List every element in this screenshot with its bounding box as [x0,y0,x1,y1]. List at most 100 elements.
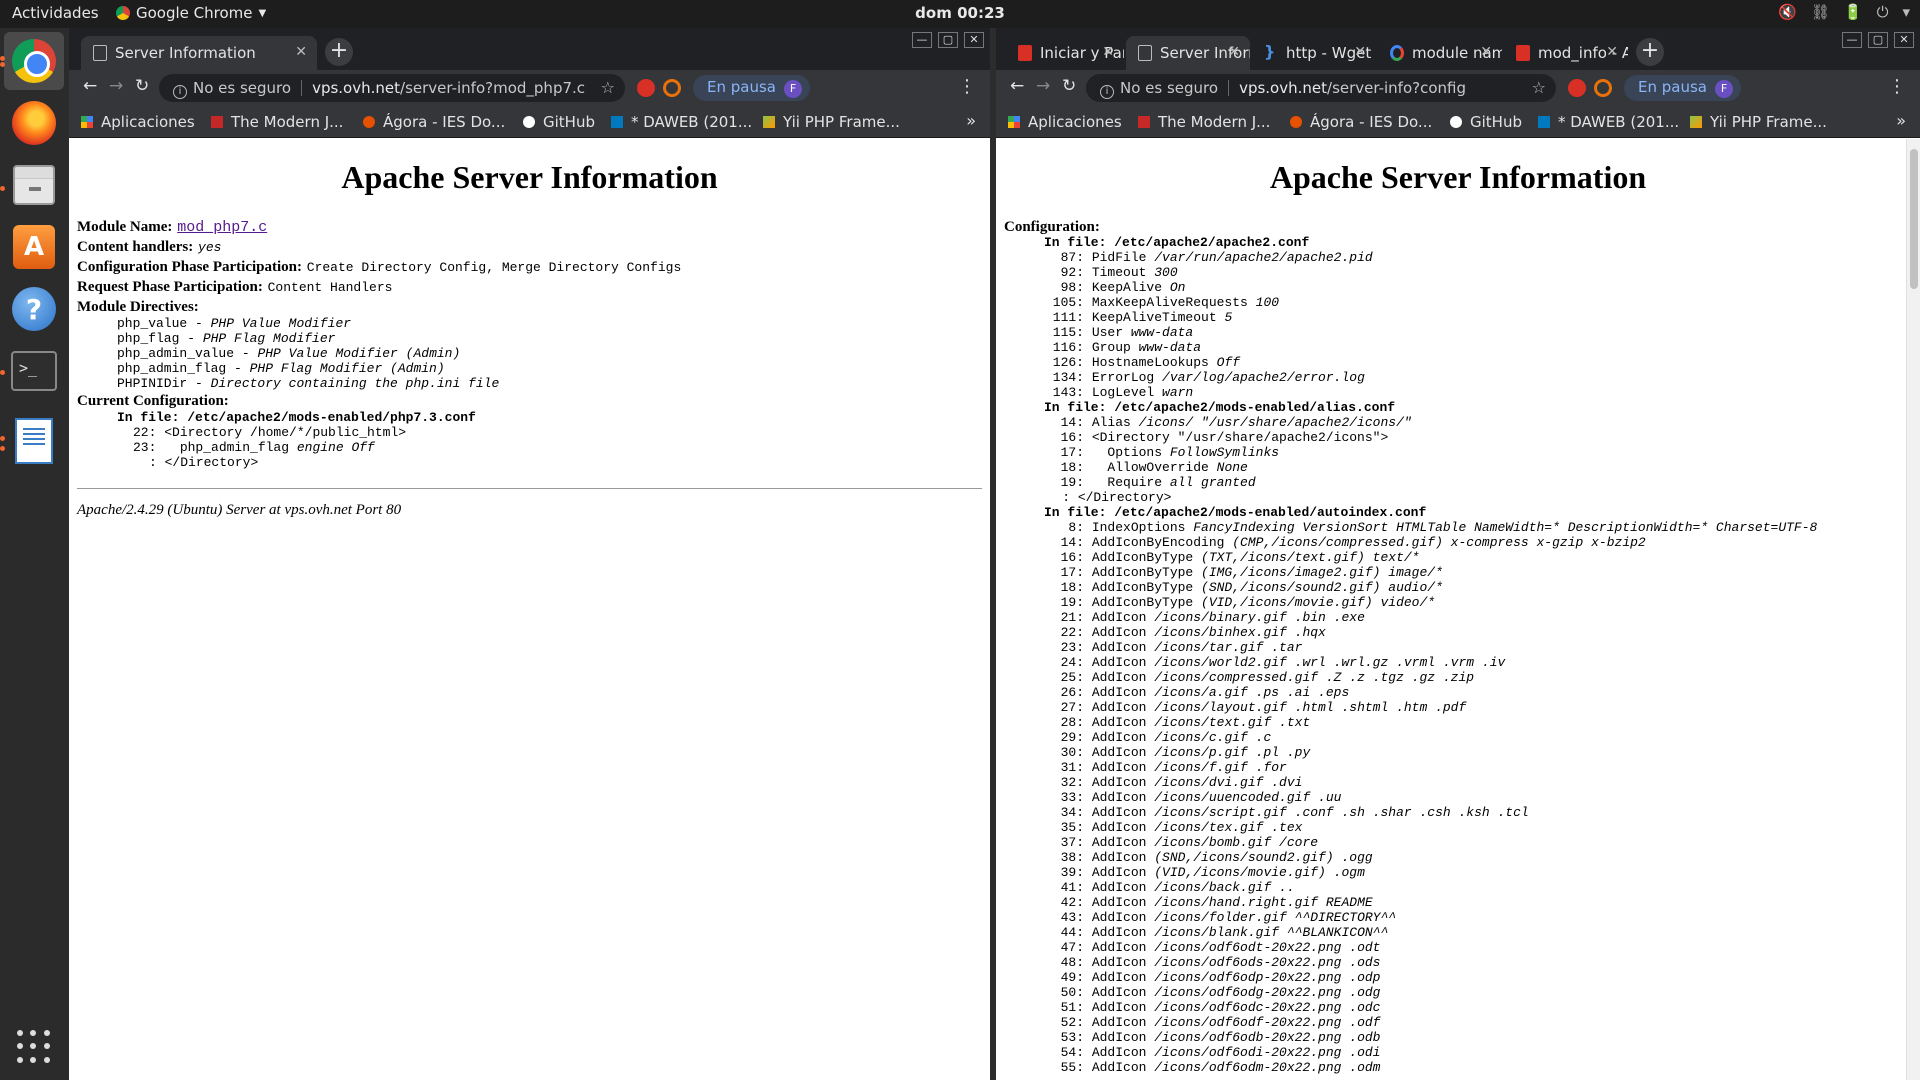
tab-server-information[interactable]: Server Inforr ✕ [1126,36,1250,70]
dock-software[interactable]: A [4,218,64,276]
ubuntu-dock: A ? >_ [0,28,68,1080]
close-icon[interactable]: ✕ [1228,44,1240,60]
divider [77,488,982,489]
bookmark-github[interactable]: GitHub [1450,113,1522,131]
minimize-button[interactable]: — [912,32,932,48]
page-content: Apache Server Information Configuration:… [996,139,1920,1080]
extension-icon[interactable] [1594,79,1612,97]
dock-firefox[interactable] [4,94,64,152]
battery-icon[interactable]: 🔋 [1844,3,1863,21]
network-icon[interactable]: ⛓ [1811,3,1830,21]
close-icon[interactable]: ✕ [1480,44,1492,60]
star-icon[interactable]: ☆ [601,78,615,97]
minimize-button[interactable]: — [1842,32,1862,48]
bookmark-yii[interactable]: Yii PHP Frame... [1690,113,1827,131]
url-path: /server-info?mod_php7.c [400,79,586,97]
bookmark-modern-js[interactable]: The Modern J... [1138,113,1270,131]
config-line: 23: AddIcon /icons/tar.gif .tar [1060,640,1303,655]
config-file-heading: In file: /etc/apache2/mods-enabled/php7.… [117,410,476,425]
extension-icon[interactable] [663,79,681,97]
app-menu[interactable]: Google Chrome ▼ [116,4,266,22]
address-bar[interactable]: i No es seguro vps.ovh.net/server-info?mod… [159,74,625,102]
address-bar[interactable]: i No es seguro vps.ovh.net/server-info?con… [1086,74,1556,102]
dock-files[interactable] [4,156,64,214]
bookmark-yii[interactable]: Yii PHP Frame... [763,113,900,131]
back-button[interactable]: ← [83,76,97,96]
config-line: 14: AddIconByEncoding (CMP,/icons/compre… [1060,535,1646,550]
github-icon [523,116,535,128]
apps-icon [81,116,93,128]
new-tab-button[interactable]: + [1636,38,1664,66]
more-bookmarks-icon[interactable]: » [966,111,976,130]
volume-muted-icon[interactable]: 🔇 [1778,3,1797,21]
running-indicator [0,56,5,61]
menu-icon[interactable]: ⋮ [958,76,976,97]
extension-icon[interactable] [637,79,655,97]
config-line: 134: ErrorLog /var/log/apache2/error.log [1052,370,1365,385]
config-line: 16: AddIconByType (TXT,/icons/text.gif) … [1060,550,1420,565]
request-phase-value: Content Handlers [267,280,393,295]
more-bookmarks-icon[interactable]: » [1896,111,1906,130]
maximize-button[interactable]: ▢ [1868,32,1888,48]
config-line: 14: Alias /icons/ "/usr/share/apache2/ic… [1060,415,1412,430]
bookmark-agora[interactable]: Ágora - IES Do... [363,113,505,131]
scrollbar-thumb[interactable] [1910,149,1918,289]
page-scrollbar[interactable] [1906,139,1920,1080]
extension-icon[interactable] [1568,79,1586,97]
bookmark-favicon-icon [363,116,375,128]
close-icon[interactable]: ✕ [1354,44,1366,60]
config-line: 21: AddIcon /icons/binary.gif .bin .exe [1060,610,1365,625]
close-icon[interactable]: ✕ [1102,44,1114,60]
config-line: 28: AddIcon /icons/text.gif .txt [1060,715,1311,730]
bookmark-favicon-icon [211,116,223,128]
close-icon[interactable]: ✕ [1606,44,1618,60]
dock-help[interactable]: ? [4,280,64,338]
tab-mod-info[interactable]: mod_info - A ✕ [1504,36,1628,70]
close-icon[interactable]: ✕ [295,44,307,60]
tray-chevron-icon[interactable]: ▾ [1902,3,1910,21]
running-indicator [0,370,5,375]
tab-server-information[interactable]: Server Information ✕ [81,36,317,70]
bookmark-github[interactable]: GitHub [523,113,595,131]
bookmark-apps[interactable]: Aplicaciones [1008,113,1122,131]
power-icon[interactable]: ⏻ [1877,3,1889,21]
dock-chrome[interactable] [4,32,64,90]
dock-terminal[interactable]: >_ [4,342,64,400]
config-line: 25: AddIcon /icons/compressed.gif .Z .z … [1060,670,1475,685]
close-window-button[interactable]: ✕ [1894,32,1914,48]
config-line: : </Directory> [1062,490,1172,505]
close-window-button[interactable]: ✕ [964,32,984,48]
reload-button[interactable]: ↻ [135,76,149,96]
activities-button[interactable]: Actividades [12,4,99,22]
config-line: 18: AddIconByType (SND,/icons/sound2.gif… [1060,580,1443,595]
forward-button[interactable]: → [1036,76,1050,96]
reload-button[interactable]: ↻ [1062,76,1076,96]
new-tab-button[interactable]: + [325,38,353,66]
show-applications-icon[interactable] [17,1030,51,1064]
profile-paused-button[interactable]: En pausa F [693,75,810,101]
forward-button[interactable]: → [109,76,123,96]
bookmark-modern-js[interactable]: The Modern J... [211,113,343,131]
system-tray[interactable]: 🔇 ⛓ 🔋 ⏻ ▾ [1778,3,1910,21]
menu-icon[interactable]: ⋮ [1888,76,1906,97]
running-indicator [0,446,5,451]
module-name-link[interactable]: mod_php7.c [177,219,267,236]
clock[interactable]: dom 00:23 [915,4,1005,22]
bookmark-daweb[interactable]: * DAWEB (201... [1538,113,1679,131]
star-icon[interactable]: ☆ [1532,78,1546,97]
bookmark-daweb[interactable]: * DAWEB (201... [611,113,752,131]
maximize-button[interactable]: ▢ [938,32,958,48]
config-line: 41: AddIcon /icons/back.gif .. [1060,880,1295,895]
config-file-heading: In file: /etc/apache2/mods-enabled/autoi… [1044,505,1427,520]
tab-module-name[interactable]: module nam ✕ [1378,36,1502,70]
dock-writer[interactable] [4,412,64,470]
bookmark-apps[interactable]: Aplicaciones [81,113,195,131]
info-icon[interactable]: i [173,85,187,99]
tab-wget[interactable]: } http - Wget I ✕ [1252,36,1376,70]
back-button[interactable]: ← [1010,76,1024,96]
profile-paused-button[interactable]: En pausa F [1624,75,1741,101]
info-icon[interactable]: i [1100,85,1114,99]
bookmark-agora[interactable]: Ágora - IES Do... [1290,113,1432,131]
tab-iniciar[interactable]: Iniciar y Para ✕ [1006,36,1124,70]
url-host: vps.ovh.net [1239,79,1328,97]
